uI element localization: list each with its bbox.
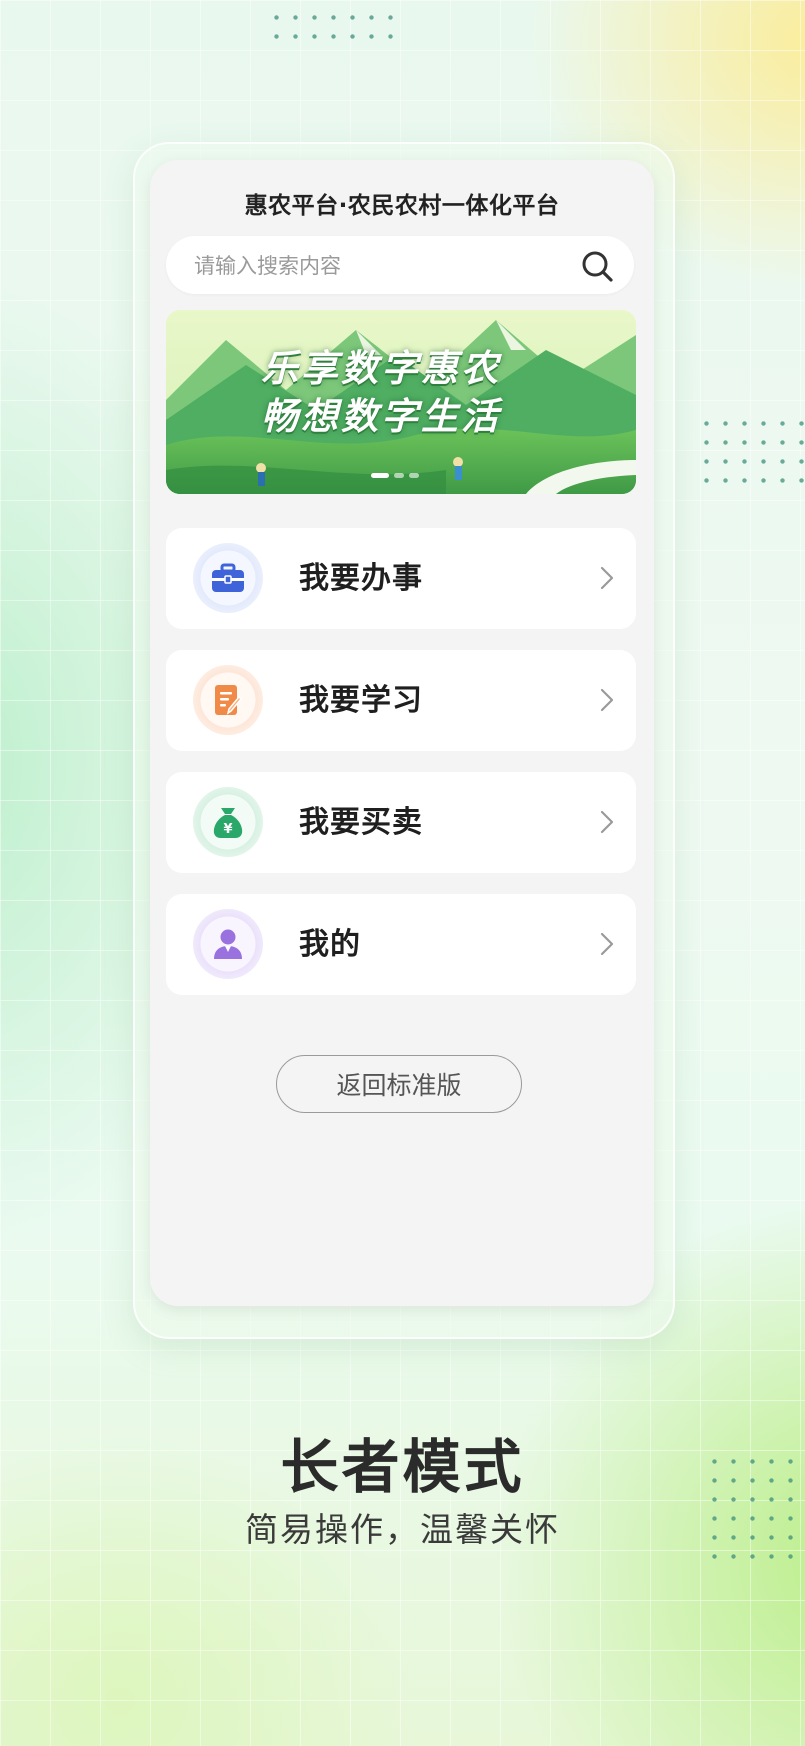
promo-title: 长者模式 [280, 1433, 525, 1501]
chevron-right-icon [600, 566, 614, 590]
chevron-right-icon [600, 810, 614, 834]
menu-item-learning[interactable]: 我要学习 [166, 650, 636, 751]
decorative-dots [267, 8, 407, 46]
banner-carousel[interactable]: 乐享数字惠农 畅想数字生活 [166, 310, 636, 494]
menu-icon-badge: ¥ [193, 787, 263, 857]
carousel-pager [371, 473, 419, 478]
chevron-right-icon [600, 688, 614, 712]
menu-item-label: 我要办事 [299, 561, 423, 596]
svg-text:¥: ¥ [223, 822, 232, 837]
menu-icon-badge [193, 665, 263, 735]
pager-dot [394, 473, 404, 478]
phone-screen: 惠农平台·农民农村一体化平台 请输入搜索内容 乐享数字惠农 畅想数字生活 我要办… [150, 160, 654, 1306]
menu-item-label: 我要学习 [299, 683, 423, 718]
menu-item-trade[interactable]: ¥ 我要买卖 [166, 772, 636, 873]
decorative-dots [697, 414, 805, 494]
menu-icon-badge [193, 909, 263, 979]
menu-item-label: 我要买卖 [299, 805, 423, 840]
pager-dot [409, 473, 419, 478]
menu-item-label: 我的 [299, 927, 361, 962]
back-to-standard-button[interactable]: 返回标准版 [276, 1055, 522, 1113]
search-input[interactable] [192, 236, 556, 296]
menu-icon-badge [193, 543, 263, 613]
search-icon[interactable] [580, 249, 614, 283]
document-edit-icon [215, 685, 243, 715]
menu-item-services[interactable]: 我要办事 [166, 528, 636, 629]
promo-subtitle: 简易操作，温馨关怀 [245, 1510, 560, 1549]
menu-item-profile[interactable]: 我的 [166, 894, 636, 995]
pager-dot [371, 473, 389, 478]
money-bag-icon: ¥ [213, 808, 243, 838]
briefcase-icon [212, 563, 244, 592]
user-icon [214, 929, 242, 959]
app-title: 惠农平台·农民农村一体化平台 [244, 193, 560, 219]
banner-headline: 乐享数字惠农 [261, 347, 501, 390]
chevron-right-icon [600, 932, 614, 956]
promo-page: 惠农平台·农民农村一体化平台 请输入搜索内容 乐享数字惠农 畅想数字生活 我要办… [0, 0, 805, 1746]
banner-headline: 畅想数字生活 [261, 395, 501, 438]
search-bar[interactable] [166, 236, 634, 296]
